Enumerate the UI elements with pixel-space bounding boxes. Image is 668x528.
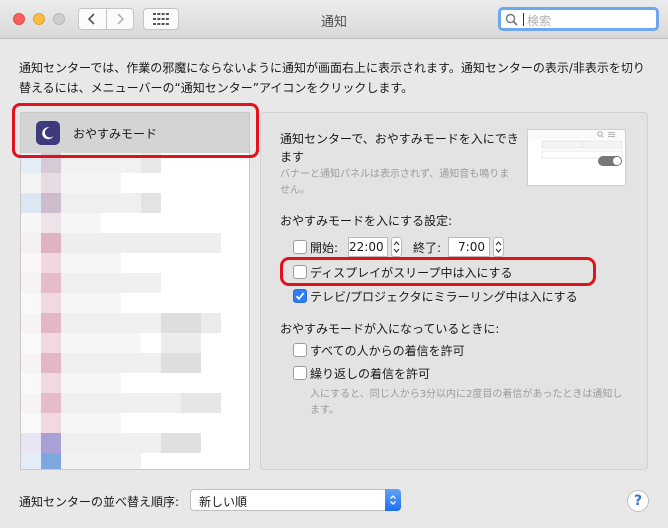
list-item[interactable]: [21, 253, 249, 273]
repeated-calls-checkbox[interactable]: [293, 366, 307, 380]
schedule-heading: おやすみモードを入にする設定:: [280, 214, 453, 228]
highlight-box-display-sleep: [280, 257, 596, 286]
list-item[interactable]: [21, 413, 249, 433]
list-item[interactable]: [21, 393, 249, 413]
help-button[interactable]: ?: [627, 490, 649, 512]
allow-all-calls-label: すべての人からの着信を許可: [310, 344, 465, 358]
mirroring-label: テレビ/プロジェクタにミラーリング中は入にする: [310, 290, 578, 304]
dnd-subtext: バナーと通知パネルは表示されず、通知音も鳴りません。: [280, 169, 510, 196]
search-icon: [505, 13, 518, 26]
list-item[interactable]: [21, 453, 249, 469]
start-time-field[interactable]: 22:00: [348, 237, 388, 257]
repeated-calls-label: 繰り返しの着信を許可: [310, 367, 431, 381]
schedule-checkbox[interactable]: [293, 240, 307, 254]
search-field[interactable]: 検索: [498, 7, 659, 31]
search-placeholder: 検索: [527, 14, 552, 28]
notification-center-preview-graphic: [528, 130, 625, 166]
list-item[interactable]: [21, 233, 249, 253]
title-bar: 通知 検索: [0, 0, 668, 39]
notification-center-preview: [527, 129, 626, 186]
highlight-box-list-item: [12, 103, 259, 158]
sort-order-label: 通知センターの並べ替え順序:: [19, 495, 180, 509]
blurred-app-rows: [21, 153, 249, 469]
description-text: 通知センターでは、作業の邪魔にならないように通知が画面右上に表示されます。通知セ…: [19, 61, 645, 95]
end-time-field[interactable]: 7:00: [448, 237, 490, 257]
repeated-calls-note: 入にすると、同じ人から3分以内に2度目の着信があったときは通知します。: [310, 389, 623, 416]
sort-order-select[interactable]: 新しい順: [190, 489, 401, 511]
end-label: 終了:: [413, 241, 442, 255]
list-item[interactable]: [21, 353, 249, 373]
start-label: 開始:: [310, 241, 339, 255]
app-list: おやすみモード: [20, 112, 250, 470]
allow-all-calls-checkbox[interactable]: [293, 343, 307, 357]
stepper-arrows-icon: [495, 241, 502, 253]
list-item[interactable]: [21, 193, 249, 213]
checkmark-icon: [295, 292, 305, 301]
list-item[interactable]: [21, 213, 249, 233]
updown-arrows-icon: [385, 489, 401, 511]
stepper-arrows-icon: [393, 241, 400, 253]
list-item[interactable]: [21, 433, 249, 453]
list-item[interactable]: [21, 273, 249, 293]
do-not-disturb-settings-panel: 通知センターで、おやすみモードを入にできます バナーと通知パネルは表示されず、通…: [260, 112, 648, 470]
list-item[interactable]: [21, 333, 249, 353]
list-item[interactable]: [21, 373, 249, 393]
end-time-stepper[interactable]: [493, 237, 504, 257]
list-item[interactable]: [21, 173, 249, 193]
dnd-heading: 通知センターで、おやすみモードを入にできます: [280, 132, 519, 164]
text-cursor: [523, 13, 524, 26]
sort-order-value: 新しい順: [199, 495, 248, 509]
list-item[interactable]: [21, 313, 249, 333]
when-on-heading: おやすみモードが入になっているときに:: [280, 322, 500, 336]
mirroring-checkbox[interactable]: [293, 289, 307, 303]
list-item[interactable]: [21, 293, 249, 313]
start-time-stepper[interactable]: [391, 237, 402, 257]
